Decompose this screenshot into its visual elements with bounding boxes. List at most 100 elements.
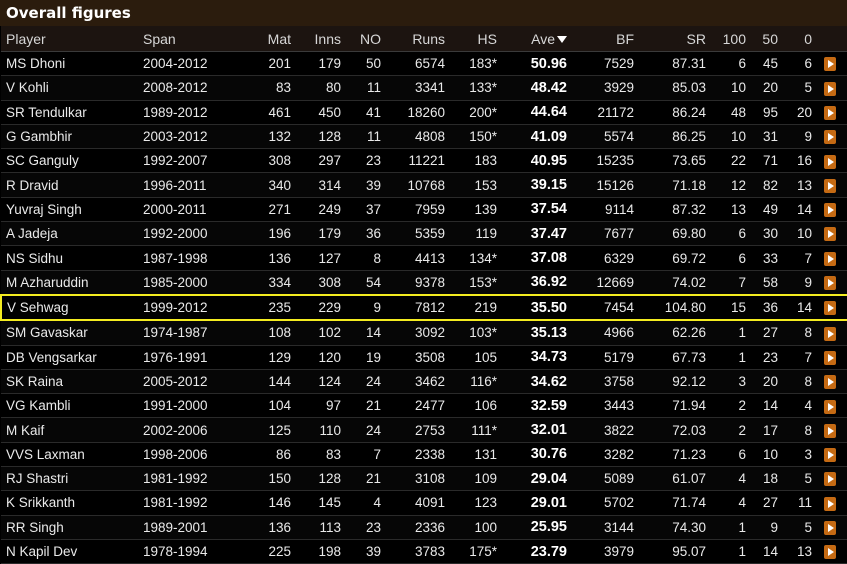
cell-hundreds: 10 (706, 124, 746, 150)
cell-bf: 5574 (567, 124, 634, 150)
cell-ducks: 13 (778, 539, 812, 564)
row-expand-button[interactable] (812, 417, 847, 443)
cell-player: M Azharuddin (1, 270, 143, 296)
cell-ducks: 5 (778, 75, 812, 101)
cell-fifties: 36 (746, 293, 778, 322)
col-runs[interactable]: Runs (381, 26, 445, 52)
col-ave[interactable]: Ave (497, 26, 567, 52)
cell-no: 39 (341, 172, 381, 198)
row-expand-button[interactable] (812, 320, 847, 346)
cell-bf: 21172 (567, 100, 634, 125)
cell-ave: 30.76 (497, 442, 567, 468)
cell-player: A Jadeja (1, 221, 143, 247)
row-expand-button[interactable] (812, 515, 847, 540)
cell-sr: 71.18 (634, 172, 706, 198)
row-expand-button[interactable] (812, 293, 847, 322)
cell-hundreds: 1 (706, 539, 746, 564)
cell-ducks: 14 (778, 293, 812, 322)
row-expand-button[interactable] (812, 466, 847, 492)
row-expand-button[interactable] (812, 270, 847, 296)
cell-mat: 136 (243, 245, 291, 271)
cell-runs: 3092 (381, 320, 445, 346)
cell-fifties: 27 (746, 320, 778, 346)
cell-runs: 3341 (381, 75, 445, 101)
row-expand-button[interactable] (812, 75, 847, 101)
row-expand-button[interactable] (812, 221, 847, 247)
cell-mat: 235 (243, 293, 291, 322)
row-expand-button[interactable] (812, 148, 847, 174)
cell-ave: 50.96 (497, 51, 567, 77)
row-expand-button[interactable] (812, 393, 847, 419)
col-sr[interactable]: SR (634, 26, 706, 52)
col-hs[interactable]: HS (445, 26, 497, 52)
cell-inns: 450 (291, 100, 341, 125)
cell-ducks: 8 (778, 320, 812, 346)
panel-title: Overall figures (0, 0, 847, 26)
cell-inns: 179 (291, 51, 341, 77)
col-player[interactable]: Player (1, 26, 143, 52)
row-expand-button[interactable] (812, 369, 847, 395)
row-expand-button[interactable] (812, 197, 847, 223)
cell-inns: 97 (291, 393, 341, 419)
cell-fifties: 30 (746, 221, 778, 247)
cell-runs: 4808 (381, 124, 445, 150)
cell-no: 11 (341, 124, 381, 150)
cell-runs: 18260 (381, 100, 445, 125)
cell-player: M Kaif (1, 417, 143, 443)
cell-runs: 9378 (381, 270, 445, 296)
cell-hundreds: 1 (706, 515, 746, 540)
cell-hundreds: 4 (706, 466, 746, 492)
cell-mat: 83 (243, 75, 291, 101)
play-arrow-icon (824, 105, 836, 120)
table-row: M Kaif 2002-2006 125 110 24 2753 111* 32.01 3822… (1, 417, 847, 443)
cell-no: 23 (341, 148, 381, 174)
row-expand-button[interactable] (812, 51, 847, 77)
row-expand-button[interactable] (812, 245, 847, 271)
cell-fifties: 58 (746, 270, 778, 296)
cell-inns: 249 (291, 197, 341, 223)
cell-player: SR Tendulkar (1, 100, 143, 125)
cell-player: V Kohli (1, 75, 143, 101)
cell-no: 24 (341, 417, 381, 443)
row-expand-button[interactable] (812, 345, 847, 370)
play-arrow-icon (824, 227, 836, 242)
cell-ave: 36.92 (497, 270, 567, 296)
row-expand-button[interactable] (812, 100, 847, 125)
cell-fifties: 20 (746, 75, 778, 101)
cell-runs: 4413 (381, 245, 445, 271)
table-row: SK Raina 2005-2012 144 124 24 3462 116* 34.62 37… (1, 369, 847, 395)
cell-mat: 196 (243, 221, 291, 247)
cell-hundreds: 1 (706, 345, 746, 370)
col-span[interactable]: Span (143, 26, 243, 52)
col-50[interactable]: 50 (746, 26, 778, 52)
cell-hs: 134* (445, 245, 497, 271)
cell-inns: 314 (291, 172, 341, 198)
cell-ave: 41.09 (497, 124, 567, 150)
cell-hs: 133* (445, 75, 497, 101)
col-inns[interactable]: Inns (291, 26, 341, 52)
col-mat[interactable]: Mat (243, 26, 291, 52)
cell-bf: 6329 (567, 245, 634, 271)
col-0[interactable]: 0 (778, 26, 812, 52)
cell-ducks: 9 (778, 124, 812, 150)
row-expand-button[interactable] (812, 539, 847, 564)
row-expand-button[interactable] (812, 172, 847, 198)
cell-sr: 104.80 (634, 293, 706, 322)
row-expand-button[interactable] (812, 442, 847, 468)
table-row: RJ Shastri 1981-1992 150 128 21 3108 109 29.04 5… (1, 466, 847, 492)
cell-no: 7 (341, 442, 381, 468)
row-expand-button[interactable] (812, 124, 847, 150)
cell-hundreds: 48 (706, 100, 746, 125)
col-bf[interactable]: BF (567, 26, 634, 52)
row-expand-button[interactable] (812, 490, 847, 516)
cell-hs: 106 (445, 393, 497, 419)
cell-runs: 7812 (381, 293, 445, 322)
play-arrow-icon (824, 130, 836, 145)
cell-hs: 131 (445, 442, 497, 468)
cell-player: SC Ganguly (1, 148, 143, 174)
cell-ave: 29.04 (497, 466, 567, 492)
cell-bf: 3758 (567, 369, 634, 395)
cell-hundreds: 3 (706, 369, 746, 395)
col-no[interactable]: NO (341, 26, 381, 52)
col-100[interactable]: 100 (706, 26, 746, 52)
